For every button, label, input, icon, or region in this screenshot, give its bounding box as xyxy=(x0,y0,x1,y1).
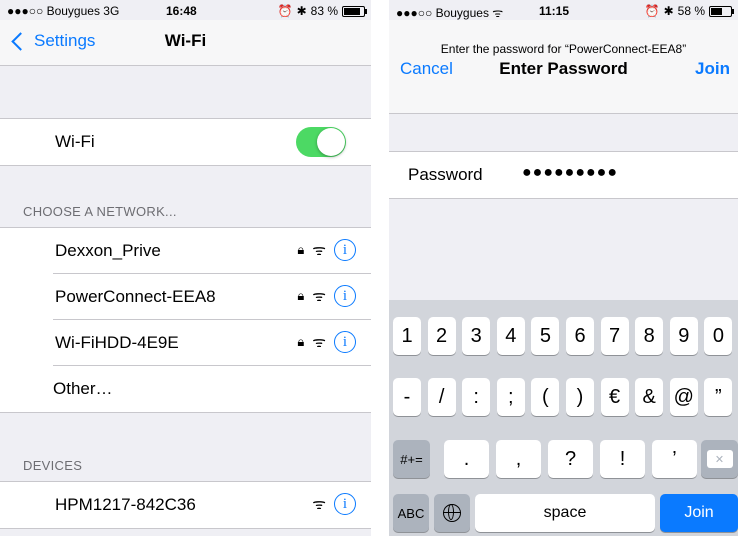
key-number[interactable]: 8 xyxy=(635,317,664,355)
clock: 16:48 xyxy=(166,4,197,18)
key-symbol[interactable]: - xyxy=(393,378,421,416)
key-symbol[interactable]: & xyxy=(635,378,664,416)
join-button[interactable]: Join xyxy=(695,59,730,79)
alarm-icon: ⏰ xyxy=(644,4,660,18)
key-symbol[interactable]: € xyxy=(600,378,629,416)
key-number[interactable]: 3 xyxy=(462,317,491,355)
lock-icon: 🔒︎ xyxy=(297,288,305,303)
status-bar: ●●●○○ Bouygues 3G 16:48 ⏰ ✱ 83 % xyxy=(0,0,371,20)
key-number[interactable]: 5 xyxy=(531,317,560,355)
battery-icon xyxy=(709,5,734,17)
join-key[interactable]: Join xyxy=(660,494,738,532)
bluetooth-icon: ✱ xyxy=(296,4,307,18)
password-label: Password xyxy=(408,165,483,184)
device-list: HPM1217-842C36 ᯤ i xyxy=(0,481,371,529)
wifi-label: Wi-Fi xyxy=(55,132,95,151)
navigation-bar: Settings Wi-Fi xyxy=(0,20,371,66)
key-symbol[interactable]: @ xyxy=(669,378,698,416)
key-number[interactable]: 4 xyxy=(496,317,525,355)
network-name: PowerConnect-EEA8 xyxy=(55,287,216,306)
info-icon[interactable]: i xyxy=(334,493,356,515)
key-punctuation[interactable]: ’ xyxy=(652,440,697,478)
key-symbol[interactable]: : xyxy=(462,378,491,416)
devices-header: DEVICES xyxy=(23,458,83,473)
key-number[interactable]: 6 xyxy=(566,317,594,355)
battery-percent: 58 % xyxy=(677,4,705,18)
key-symbol[interactable]: ; xyxy=(496,378,525,416)
globe-key[interactable] xyxy=(434,494,470,532)
space-key[interactable]: space xyxy=(475,494,655,532)
network-list: Dexxon_Prive 🔒︎ ᯤ i PowerConnect-EEA8 🔒︎… xyxy=(0,227,371,413)
key-symbol[interactable]: / xyxy=(427,378,456,416)
battery-icon xyxy=(342,5,367,17)
password-row[interactable]: Password ●●●●●●●●● xyxy=(389,151,738,199)
network-row[interactable]: PowerConnect-EEA8 🔒︎ ᯤ i xyxy=(0,274,371,320)
wifi-settings-screen: ●●●○○ Bouygues 3G 16:48 ⏰ ✱ 83 % Setting… xyxy=(0,0,371,536)
key-number[interactable]: 2 xyxy=(427,317,456,355)
key-symbol[interactable]: ) xyxy=(566,378,594,416)
network-name: Wi-FiHDD-4E9E xyxy=(55,333,179,352)
network-row[interactable]: Wi-FiHDD-4E9E 🔒︎ ᯤ i xyxy=(0,320,371,366)
info-icon[interactable]: i xyxy=(334,239,356,261)
globe-icon xyxy=(443,504,461,522)
page-title: Enter Password xyxy=(499,59,628,78)
bluetooth-icon: ✱ xyxy=(663,4,674,18)
key-symbol[interactable]: ( xyxy=(531,378,560,416)
key-number[interactable]: 9 xyxy=(669,317,698,355)
key-abc[interactable]: ABC xyxy=(393,494,429,532)
other-label: Other… xyxy=(53,379,113,398)
status-bar: ●●●○○ Bouygues ᯤ 11:15 ⏰ ✱ 58 % xyxy=(389,0,738,20)
password-field[interactable]: ●●●●●●●●● xyxy=(522,164,618,182)
network-name: Dexxon_Prive xyxy=(55,241,161,260)
lock-icon: 🔒︎ xyxy=(297,334,305,349)
key-punctuation[interactable]: . xyxy=(444,440,489,478)
key-number[interactable]: 7 xyxy=(600,317,629,355)
page-title: Wi-Fi xyxy=(164,31,207,50)
keyboard: #+= ✕ ABC space Join 1 2 3 4 5 6 7 8 9 0 - /:;() € & @… xyxy=(389,300,738,536)
wifi-toggle-row: Wi-Fi xyxy=(0,119,371,165)
other-network-row[interactable]: Other… xyxy=(0,366,371,412)
wifi-toggle-group: Wi-Fi xyxy=(0,118,371,166)
key-symbol[interactable]: ” xyxy=(704,378,733,416)
key-punctuation[interactable]: ! xyxy=(600,440,645,478)
carrier-label: ●●●○○ Bouygues 3G xyxy=(7,4,120,18)
key-shift-symbols[interactable]: #+= xyxy=(393,440,430,478)
password-prompt: Enter the password for “PowerConnect-EEA… xyxy=(440,42,687,56)
wifi-icon: ᯤ xyxy=(312,334,326,351)
choose-network-header: CHOOSE A NETWORK... xyxy=(23,204,177,219)
key-number[interactable]: 0 xyxy=(704,317,733,355)
wifi-toggle[interactable] xyxy=(296,127,346,157)
lock-icon: 🔒︎ xyxy=(297,242,305,257)
wifi-icon: ᯤ xyxy=(312,242,326,259)
delete-icon: ✕ xyxy=(706,450,733,468)
alarm-icon: ⏰ xyxy=(277,4,293,18)
toggle-knob xyxy=(317,128,345,156)
key-number[interactable]: 1 xyxy=(393,317,421,355)
delete-key[interactable]: ✕ xyxy=(701,440,738,478)
info-icon[interactable]: i xyxy=(334,331,356,353)
network-row[interactable]: Dexxon_Prive 🔒︎ ᯤ i xyxy=(0,228,371,274)
carrier-label: ●●●○○ Bouygues ᯤ xyxy=(396,6,504,20)
enter-password-screen: ●●●○○ Bouygues ᯤ 11:15 ⏰ ✱ 58 % Enter th… xyxy=(389,0,738,536)
wifi-icon: ᯤ xyxy=(312,288,326,305)
key-punctuation[interactable]: , xyxy=(496,440,541,478)
device-row[interactable]: HPM1217-842C36 ᯤ i xyxy=(0,482,371,528)
info-icon[interactable]: i xyxy=(334,285,356,307)
device-name: HPM1217-842C36 xyxy=(55,495,196,514)
clock: 11:15 xyxy=(539,4,570,18)
wifi-icon: ᯤ xyxy=(312,496,326,513)
key-punctuation[interactable]: ? xyxy=(548,440,593,478)
battery-percent: 83 % xyxy=(310,4,338,18)
